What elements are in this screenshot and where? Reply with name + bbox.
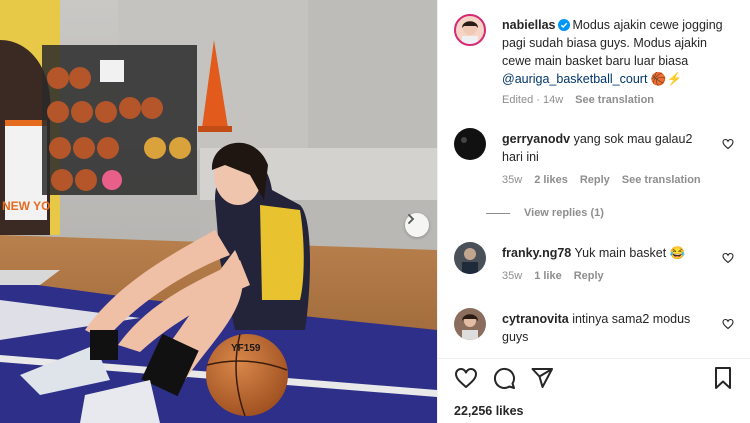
heart-icon[interactable] (454, 366, 478, 390)
view-replies-button[interactable]: View replies (1) (486, 207, 604, 219)
mural-text: NEW YO (2, 199, 50, 213)
comment-username[interactable]: cytranovita (502, 312, 569, 326)
comments-pane: nabiellas Modus ajakin cewe jogging pagi … (437, 0, 750, 423)
comment-like-heart-icon[interactable] (722, 138, 734, 150)
caption-emoji: 🏀⚡ (650, 72, 683, 86)
comment-like-heart-icon[interactable] (722, 318, 734, 330)
comment-text: Yuk main basket 😂 (574, 246, 686, 260)
comment-username[interactable]: gerryanodv (502, 132, 570, 146)
comment-avatar[interactable] (454, 128, 486, 160)
comment-see-translation[interactable]: See translation (622, 174, 701, 186)
comment-likes[interactable]: 1 like (534, 270, 562, 282)
caption-meta: Edited · 14w See translation (502, 94, 654, 106)
comment-age: 35w (502, 270, 523, 282)
comment-reply[interactable]: Reply (580, 174, 610, 186)
comment-item: franky.ng78 Yuk main basket 😂 35w 1 like… (454, 242, 736, 290)
comment-meta: 35w 1 like Reply (502, 270, 604, 282)
comment-username[interactable]: franky.ng78 (502, 246, 571, 260)
comment-avatar[interactable] (454, 308, 486, 340)
comment-meta: 35w 2 likes Reply See translation (502, 174, 701, 186)
caption-text: nabiellas Modus ajakin cewe jogging pagi … (502, 16, 736, 88)
caption-mention[interactable]: @auriga_basketball_court (502, 72, 647, 86)
share-icon[interactable] (530, 366, 554, 390)
comment-reply[interactable]: Reply (574, 270, 604, 282)
verified-badge-icon (557, 19, 570, 31)
actions-divider (438, 358, 750, 359)
post-caption: nabiellas Modus ajakin cewe jogging pagi … (454, 14, 736, 114)
post-photo[interactable]: NEW YO YF159 (0, 0, 437, 423)
comment-age: 35w (502, 174, 523, 186)
photo-scene: NEW YO YF159 (0, 0, 437, 423)
comment-body: cytranovita intinya sama2 modus guys (502, 310, 706, 346)
comment-body: gerryanodv yang sok mau galau2 hari ini (502, 130, 706, 166)
comment-item: cytranovita intinya sama2 modus guys (454, 308, 736, 352)
comment-likes[interactable]: 2 likes (534, 174, 568, 186)
caption-edited: Edited · 14w (502, 94, 564, 106)
author-avatar[interactable] (454, 14, 486, 46)
comment-icon[interactable] (492, 366, 516, 390)
comment-avatar[interactable] (454, 242, 486, 274)
bookmark-icon[interactable] (711, 366, 735, 390)
ball-text: YF159 (231, 343, 261, 354)
comment-like-heart-icon[interactable] (722, 252, 734, 264)
comment-body: franky.ng78 Yuk main basket 😂 (502, 244, 706, 262)
author-username[interactable]: nabiellas (502, 18, 556, 32)
post-actions (454, 366, 734, 390)
chevron-right-icon (408, 214, 415, 224)
next-photo-button[interactable] (405, 213, 429, 237)
view-replies-line (486, 212, 510, 214)
caption-see-translation[interactable]: See translation (575, 94, 654, 106)
view-replies-label: View replies (1) (524, 207, 604, 219)
comment-item: gerryanodv yang sok mau galau2 hari ini … (454, 128, 736, 192)
likes-count[interactable]: 22,256 likes (454, 404, 524, 418)
